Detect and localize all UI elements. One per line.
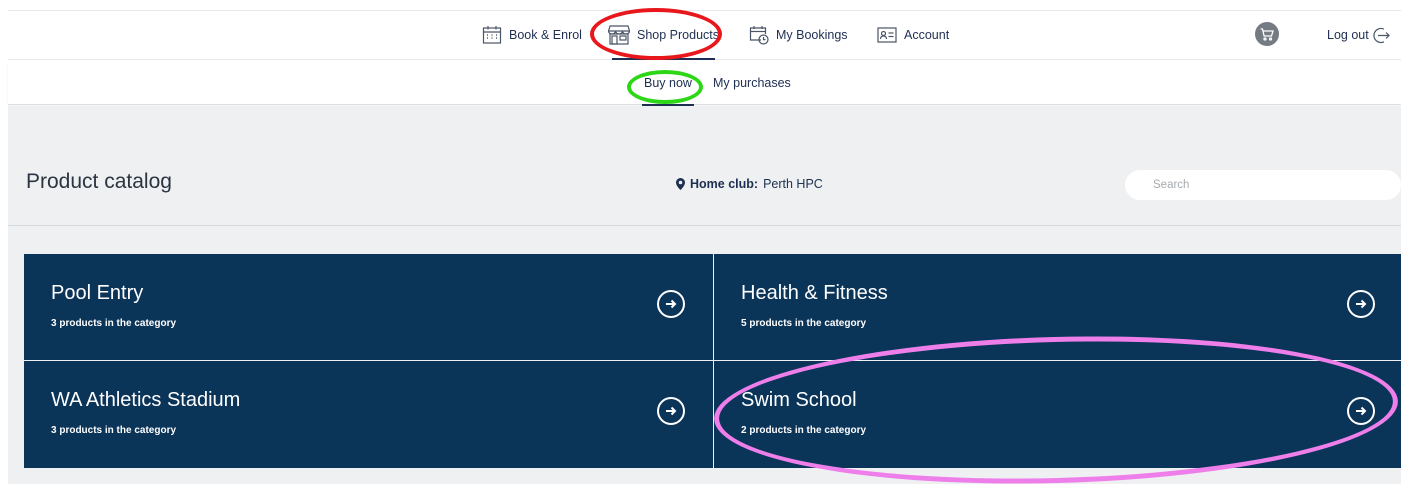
nav-my-bookings[interactable]: My Bookings	[749, 11, 848, 59]
category-name: Swim School	[741, 389, 857, 411]
location-pin-icon	[676, 178, 685, 190]
category-name: Health & Fitness	[741, 282, 888, 304]
category-tile-swim-school[interactable]: Swim School 2 products in the category	[714, 361, 1401, 468]
category-tile-pool-entry[interactable]: Pool Entry 3 products in the category	[24, 254, 713, 360]
logout-button[interactable]: Log out	[1327, 11, 1390, 59]
subnav-buy-now[interactable]: Buy now	[634, 61, 702, 106]
top-navigation: Book & Enrol Shop Products My Bookings A…	[8, 10, 1401, 60]
divider	[8, 225, 1401, 226]
logout-icon	[1373, 27, 1390, 43]
category-count: 3 products in the category	[51, 425, 177, 436]
search-input[interactable]	[1125, 170, 1401, 200]
category-count: 5 products in the category	[741, 318, 867, 329]
category-tile-wa-athletics-stadium[interactable]: WA Athletics Stadium 3 products in the c…	[24, 361, 713, 468]
home-club-label: Home club:	[690, 177, 759, 191]
calendar-icon	[482, 26, 502, 44]
arrow-right-icon[interactable]	[657, 397, 685, 425]
storefront-icon	[608, 25, 630, 45]
subnav-my-purchases[interactable]: My purchases	[713, 61, 791, 105]
nav-book-enrol[interactable]: Book & Enrol	[482, 11, 582, 59]
category-name: WA Athletics Stadium	[51, 389, 241, 411]
cart-icon	[1260, 27, 1274, 41]
id-card-icon	[877, 27, 897, 43]
subnav-label: Buy now	[644, 76, 692, 90]
home-club-value: Perth HPC	[763, 177, 823, 191]
category-tile-health-fitness[interactable]: Health & Fitness 5 products in the categ…	[714, 254, 1401, 360]
arrow-right-icon[interactable]	[657, 290, 685, 318]
page-title: Product catalog	[26, 170, 172, 193]
nav-label: Book & Enrol	[509, 28, 582, 42]
category-count: 2 products in the category	[741, 425, 867, 436]
arrow-right-icon[interactable]	[1347, 290, 1375, 318]
nav-label: Account	[904, 28, 950, 42]
subnav-label: My purchases	[713, 76, 791, 90]
category-count: 3 products in the category	[51, 318, 177, 329]
cart-button[interactable]	[1255, 22, 1279, 46]
sub-navigation: Buy now My purchases	[8, 61, 1401, 106]
home-club-info: Home club: Perth HPC	[676, 177, 823, 191]
category-grid: Pool Entry 3 products in the category He…	[24, 254, 1401, 468]
calendar-clock-icon	[749, 26, 769, 45]
nav-label: Shop Products	[637, 28, 719, 42]
logout-label: Log out	[1327, 28, 1369, 42]
nav-account[interactable]: Account	[877, 11, 949, 59]
nav-label: My Bookings	[776, 28, 848, 42]
arrow-right-icon[interactable]	[1347, 397, 1375, 425]
nav-shop-products[interactable]: Shop Products	[608, 11, 719, 60]
category-name: Pool Entry	[51, 282, 144, 304]
